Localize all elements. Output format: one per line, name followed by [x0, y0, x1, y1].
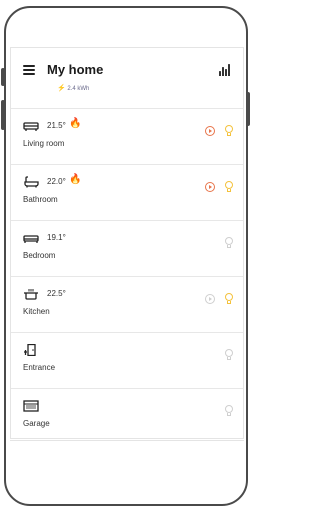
light-bulb-icon[interactable] [225, 125, 233, 137]
door-icon [23, 343, 39, 357]
cooking-pot-icon [23, 287, 39, 300]
light-bulb-icon[interactable] [225, 237, 233, 249]
room-name: Entrance [23, 363, 56, 372]
bed-icon [23, 231, 39, 243]
bottom-area [10, 440, 244, 488]
flame-icon: 🔥 [69, 118, 82, 129]
page-title: My home [47, 62, 104, 77]
room-row[interactable]: 19.1° Bedroom [11, 221, 243, 277]
energy-value: 2.4 kWh [67, 86, 90, 92]
power-button [246, 92, 250, 126]
play-icon[interactable] [205, 126, 215, 136]
light-bulb-icon[interactable] [225, 181, 233, 193]
menu-icon[interactable] [23, 65, 35, 75]
room-name: Living room [23, 139, 65, 148]
volume-down-button [1, 100, 5, 130]
phone-mockup: My home ⚡ 2.4 kWh 21.5° 🔥 Living room 22.0°… [0, 0, 263, 517]
room-list: 21.5° 🔥 Living room 22.0° 🔥 Bathroom 19.1° Bedr… [11, 109, 243, 438]
light-bulb-icon[interactable] [225, 405, 233, 417]
room-name: Bathroom [23, 195, 58, 204]
room-temperature: 22.5° [47, 289, 66, 298]
room-name: Garage [23, 419, 50, 428]
room-row[interactable]: Garage [11, 389, 243, 438]
volume-up-button [1, 68, 5, 86]
bar-chart-icon[interactable] [219, 64, 231, 76]
room-row[interactable]: 22.5° Kitchen [11, 277, 243, 333]
energy-usage: ⚡ 2.4 kWh [57, 84, 89, 92]
play-icon[interactable] [205, 182, 215, 192]
light-bulb-icon[interactable] [225, 293, 233, 305]
room-row[interactable]: Entrance [11, 333, 243, 389]
room-temperature: 19.1° [47, 233, 66, 242]
room-name: Bedroom [23, 251, 56, 260]
lightning-icon: ⚡ [57, 85, 66, 92]
room-temperature: 22.0° [47, 177, 66, 186]
app-screen: My home ⚡ 2.4 kWh 21.5° 🔥 Living room 22.0°… [10, 47, 244, 439]
garage-icon [23, 399, 39, 412]
sofa-icon [23, 119, 39, 131]
light-bulb-icon[interactable] [225, 349, 233, 361]
room-row[interactable]: 22.0° 🔥 Bathroom [11, 165, 243, 221]
bathtub-icon [23, 175, 39, 188]
room-temperature: 21.5° [47, 121, 66, 130]
flame-icon: 🔥 [69, 174, 82, 185]
app-header: My home ⚡ 2.4 kWh [11, 48, 243, 109]
room-row[interactable]: 21.5° 🔥 Living room [11, 109, 243, 165]
play-icon[interactable] [205, 294, 215, 304]
room-name: Kitchen [23, 307, 50, 316]
